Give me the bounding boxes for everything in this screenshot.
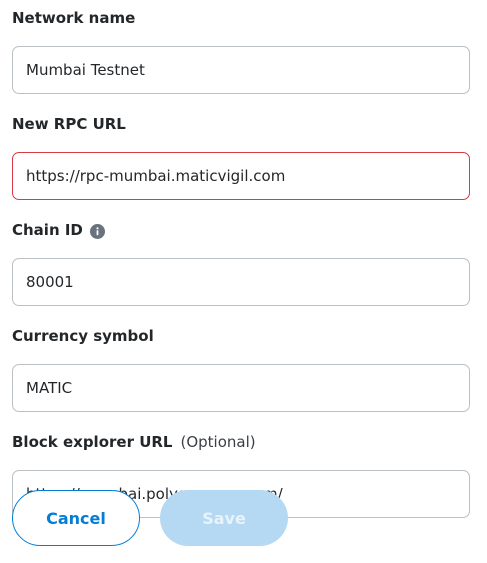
currency-symbol-label: Currency symbol <box>12 322 470 350</box>
chain-id-label-text: Chain ID <box>12 221 83 239</box>
info-icon[interactable] <box>89 223 105 239</box>
network-name-value: Mumbai Testnet <box>26 61 145 79</box>
save-button[interactable]: Save <box>160 490 288 546</box>
currency-symbol-value: MATIC <box>26 379 73 397</box>
network-name-label: Network name <box>12 4 470 32</box>
chain-id-value: 80001 <box>26 273 74 291</box>
chain-id-input[interactable]: 80001 <box>12 258 470 306</box>
currency-symbol-input[interactable]: MATIC <box>12 364 470 412</box>
form-actions: Cancel Save <box>12 490 288 546</box>
block-explorer-optional-text: (Optional) <box>180 433 256 451</box>
block-explorer-label: Block explorer URL (Optional) <box>12 428 470 456</box>
network-form: Network name Mumbai Testnet New RPC URL … <box>12 0 470 534</box>
rpc-url-value: https://rpc-mumbai.maticvigil.com <box>26 167 286 185</box>
rpc-url-label: New RPC URL <box>12 110 470 138</box>
rpc-url-input[interactable]: https://rpc-mumbai.maticvigil.com <box>12 152 470 200</box>
currency-symbol-label-text: Currency symbol <box>12 327 154 345</box>
cancel-button[interactable]: Cancel <box>12 490 140 546</box>
rpc-url-label-text: New RPC URL <box>12 115 126 133</box>
chain-id-label: Chain ID <box>12 216 470 244</box>
block-explorer-label-text: Block explorer URL <box>12 433 173 451</box>
network-name-label-text: Network name <box>12 9 136 27</box>
network-name-input[interactable]: Mumbai Testnet <box>12 46 470 94</box>
